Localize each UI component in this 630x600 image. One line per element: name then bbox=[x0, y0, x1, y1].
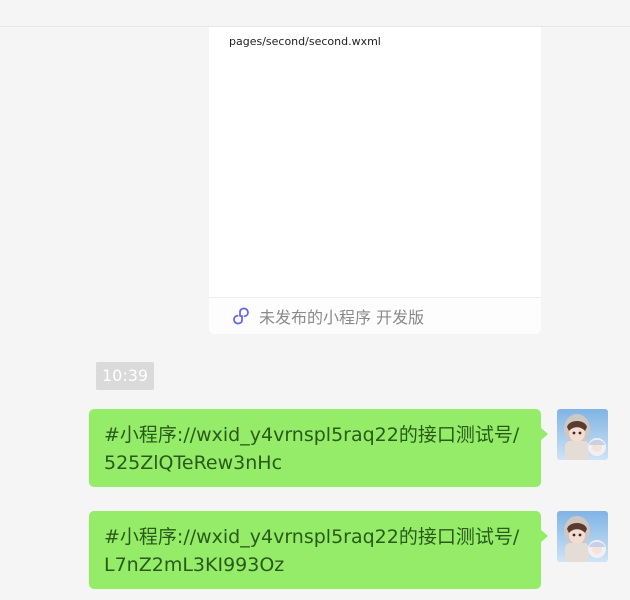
bubble-tail bbox=[540, 427, 548, 441]
mini-program-status-label: 未发布的小程序 开发版 bbox=[259, 308, 425, 327]
mini-program-icon bbox=[231, 306, 251, 326]
message-bubble[interactable]: #小程序://wxid_y4vrnspl5raq22的接口测试号/ 525ZlQ… bbox=[89, 409, 541, 487]
bubble-tail bbox=[540, 529, 548, 543]
message-text-line: #小程序://wxid_y4vrnspl5raq22的接口测试号/ bbox=[104, 526, 520, 548]
chat-message-list[interactable]: pages/second/second.wxml 未发布的小程序 开发版 10:… bbox=[0, 27, 630, 600]
time-divider: 10:39 bbox=[96, 362, 155, 390]
message-bubble[interactable]: #小程序://wxid_y4vrnspl5raq22的接口测试号/ L7nZ2m… bbox=[89, 511, 541, 589]
chat-message: #小程序://wxid_y4vrnspl5raq22的接口测试号/ L7nZ2m… bbox=[0, 511, 630, 591]
message-text-line: L7nZ2mL3KI993Oz bbox=[104, 554, 285, 576]
message-text-line: #小程序://wxid_y4vrnspl5raq22的接口测试号/ bbox=[104, 424, 520, 446]
mini-program-card-footer: 未发布的小程序 开发版 bbox=[209, 297, 541, 334]
message-text-line: 525ZlQTeRew3nHc bbox=[104, 452, 283, 474]
user-avatar[interactable] bbox=[557, 511, 608, 562]
chat-header-bar bbox=[0, 0, 630, 27]
mini-program-card[interactable]: pages/second/second.wxml 未发布的小程序 开发版 bbox=[209, 27, 541, 334]
chat-message: #小程序://wxid_y4vrnspl5raq22的接口测试号/ 525ZlQ… bbox=[0, 409, 630, 489]
mini-program-page-path: pages/second/second.wxml bbox=[229, 35, 381, 48]
user-avatar[interactable] bbox=[557, 409, 608, 460]
